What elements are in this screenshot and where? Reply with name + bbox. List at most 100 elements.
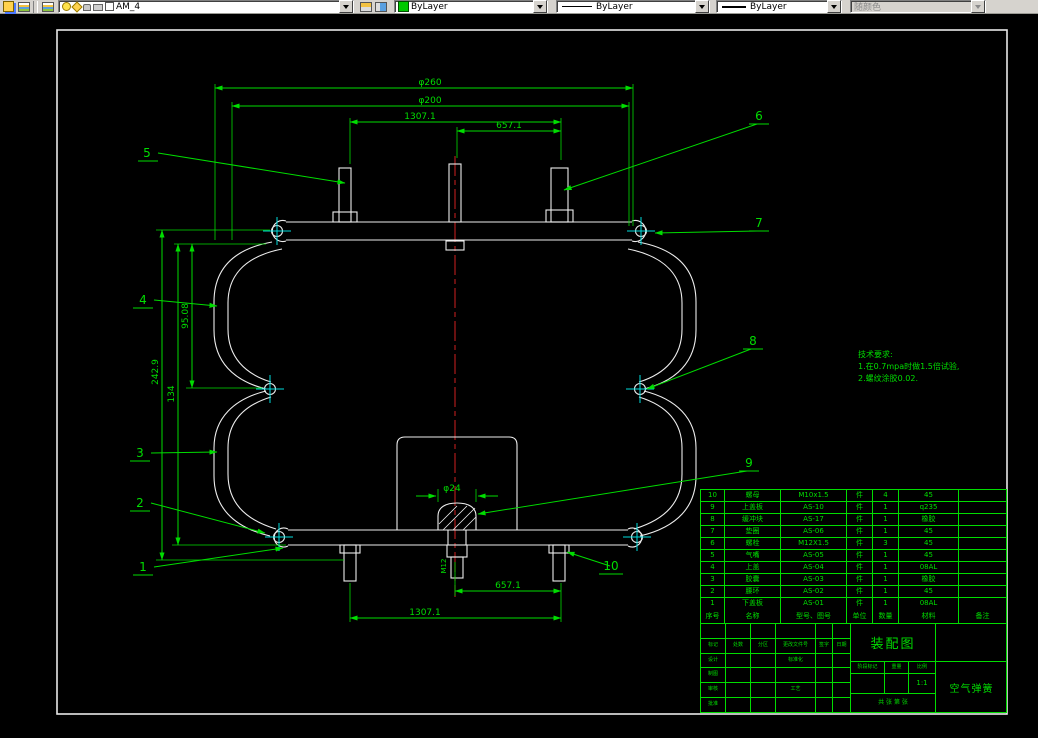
- layer-combo[interactable]: AM_4: [58, 0, 354, 13]
- parts-list-row: 7 垫圈 AS-06 件 1 45: [701, 526, 1006, 538]
- color-combo-dropdown-button[interactable]: [533, 0, 547, 13]
- part-remark: [959, 574, 1006, 585]
- part-no: 4: [701, 562, 725, 573]
- balloon-7: 7: [755, 216, 763, 230]
- layer-properties-button[interactable]: [1, 0, 16, 13]
- parts-list-rows: 10 螺母 M10x1.5 件 4 45 9 上盖板 AS-10 件 1 q23…: [701, 490, 1006, 610]
- dim-1307-bottom: 1307.1: [409, 608, 441, 618]
- parts-list-row: 2 腰环 AS-02 件 1 45: [701, 586, 1006, 598]
- dim-657-top: 657.1: [496, 121, 522, 131]
- part-material: 45: [899, 526, 959, 537]
- part-unit: 件: [847, 550, 873, 561]
- header-remark: 备注: [975, 612, 990, 620]
- layer-manager-button[interactable]: [16, 0, 31, 13]
- sheet-count: 共 张 第 张: [878, 699, 908, 706]
- title-block-right: 空气弹簧: [936, 624, 1007, 712]
- part-qty: 1: [873, 526, 899, 537]
- part-name: 缓冲块: [725, 514, 781, 525]
- part-model: AS-02: [781, 586, 847, 597]
- plotstyle-combo-value: 随颜色: [854, 3, 882, 13]
- layer-freeze-sun-icon[interactable]: [71, 0, 83, 13]
- part-remark: [959, 550, 1006, 561]
- linetype-combo[interactable]: ByLayer: [556, 0, 710, 13]
- part-name: 螺栓: [725, 538, 781, 549]
- part-model: AS-03: [781, 574, 847, 585]
- lineweight-combo-dropdown-button[interactable]: [827, 0, 841, 13]
- layer-color-chip: [105, 2, 114, 11]
- part-qty: 4: [873, 490, 899, 501]
- part-name: 垫圈: [725, 526, 781, 537]
- part-remark: [959, 586, 1006, 597]
- linetype-combo-dropdown-button[interactable]: [695, 0, 709, 13]
- part-remark: [959, 526, 1006, 537]
- layer-lock-icon[interactable]: [83, 4, 91, 11]
- plotstyle-combo-dropdown-button: [971, 0, 985, 13]
- part-model: AS-05: [781, 550, 847, 561]
- layer-on-bulb-icon[interactable]: [62, 2, 71, 11]
- part-remark: [959, 514, 1006, 525]
- parts-list-row: 1 下盖板 AS-01 件 1 08AL: [701, 598, 1006, 610]
- label-scale: 比例: [916, 664, 927, 670]
- company-cell: [936, 624, 1007, 662]
- part-qty: 1: [873, 586, 899, 597]
- part-unit: 件: [847, 538, 873, 549]
- layer-plot-icon[interactable]: [93, 4, 103, 11]
- label-approve: 批准: [701, 698, 726, 712]
- part-name: 螺母: [725, 490, 781, 501]
- part-unit: 件: [847, 526, 873, 537]
- part-remark: [959, 502, 1006, 513]
- make-object-layer-current-button[interactable]: [358, 0, 373, 13]
- part-remark: [959, 562, 1006, 573]
- part-qty: 1: [873, 502, 899, 513]
- layers-dialog-icon: [3, 1, 14, 12]
- part-model: M12X1.5: [781, 538, 847, 549]
- part-remark: [959, 598, 1006, 610]
- part-model: AS-01: [781, 598, 847, 610]
- header-name: 名称: [725, 610, 781, 623]
- note-line-3: 2.螺纹涂胶0.02.: [858, 373, 918, 383]
- dim-134: 134: [167, 385, 177, 402]
- part-model: AS-04: [781, 562, 847, 573]
- toolbar-separator: [33, 0, 38, 13]
- balloon-1: 1: [139, 560, 147, 574]
- linetype-combo-value: ByLayer: [596, 1, 633, 12]
- part-name: 下盖板: [725, 598, 781, 610]
- lineweight-combo[interactable]: ByLayer: [716, 0, 842, 13]
- balloon-10: 10: [603, 559, 618, 573]
- scale-value: 1:1: [916, 679, 928, 687]
- part-qty: 3: [873, 538, 899, 549]
- layer-previous-button[interactable]: [373, 0, 388, 13]
- dim-242: 242.9: [151, 359, 161, 385]
- lineweight-combo-value: ByLayer: [750, 1, 787, 12]
- chevron-down-icon: [537, 5, 543, 12]
- part-no: 5: [701, 550, 725, 561]
- color-combo[interactable]: ByLayer: [394, 0, 548, 13]
- label-date: 日期: [836, 641, 847, 648]
- title-block: 标记 处数 分区 更改文件号 签字 日期 设计 标准化 制图 审核 工艺 批准: [700, 623, 1007, 713]
- dim-1307-top: 1307.1: [404, 112, 436, 122]
- technical-notes: 技术要求: 1.在0.7mpa时做1.5倍试验, 2.螺纹涂胶0.02.: [858, 349, 959, 383]
- part-material: 45: [899, 490, 959, 501]
- part-material: q235: [899, 502, 959, 513]
- dim-657-bottom: 657.1: [495, 581, 521, 591]
- part-unit: 件: [847, 586, 873, 597]
- part-unit: 件: [847, 514, 873, 525]
- part-material: 08AL: [899, 562, 959, 573]
- note-line-1: 技术要求:: [858, 349, 893, 359]
- layer-states-button[interactable]: [40, 0, 55, 13]
- balloon-9: 9: [745, 456, 753, 470]
- part-qty: 1: [873, 562, 899, 573]
- header-qty: 数量: [873, 610, 899, 623]
- label-check: 审核: [701, 683, 726, 698]
- make-layer-current-icon: [359, 1, 372, 12]
- part-model: M10x1.5: [781, 490, 847, 501]
- dim-dia260: φ260: [418, 78, 441, 88]
- chevron-down-icon: [343, 5, 349, 12]
- header-no: 序号: [701, 610, 725, 623]
- part-unit: 件: [847, 598, 873, 610]
- part-name: 上盖: [725, 562, 781, 573]
- part-remark: [959, 538, 1006, 549]
- layer-combo-dropdown-button[interactable]: [339, 0, 353, 13]
- chevron-down-icon: [699, 5, 705, 12]
- dimension-lines: [156, 84, 634, 622]
